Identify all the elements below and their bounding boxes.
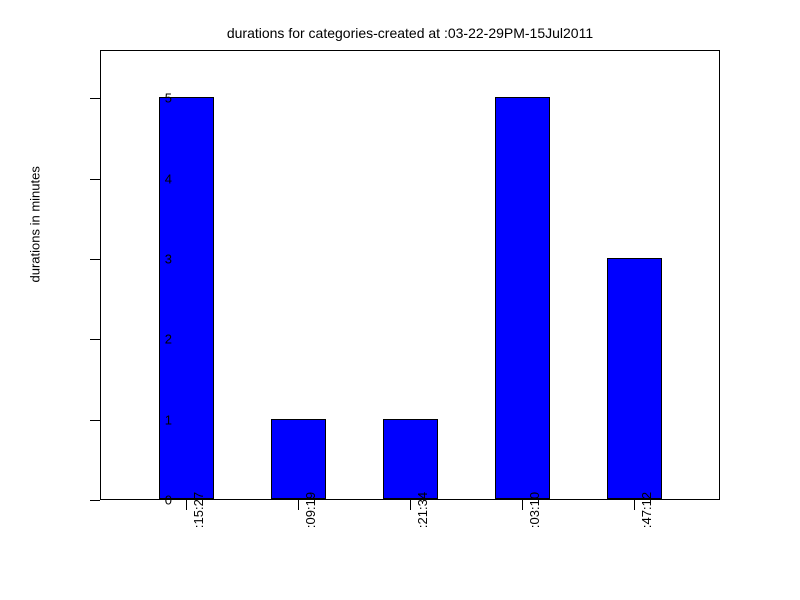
y-tick-label: 4 <box>165 171 172 186</box>
y-tick-label: 1 <box>165 412 172 427</box>
chart-title: durations for categories-created at :03-… <box>100 25 720 41</box>
y-tick <box>90 339 100 340</box>
x-tick-label: :15:27 <box>191 492 206 528</box>
bar <box>159 97 214 499</box>
y-axis-label: durations in minutes <box>28 166 43 282</box>
y-tick-label: 3 <box>165 251 172 266</box>
y-tick <box>90 179 100 180</box>
y-tick <box>90 420 100 421</box>
bar <box>271 419 326 499</box>
x-tick <box>410 500 411 510</box>
bar <box>495 97 550 499</box>
x-tick <box>634 500 635 510</box>
y-tick-label: 0 <box>165 493 172 508</box>
x-tick <box>298 500 299 510</box>
x-tick-label: :21:34 <box>415 492 430 528</box>
x-tick-label: :03:10 <box>527 492 542 528</box>
x-tick <box>186 500 187 510</box>
y-tick <box>90 259 100 260</box>
x-tick-label: :09:19 <box>303 492 318 528</box>
x-tick <box>522 500 523 510</box>
bar <box>383 419 438 499</box>
y-tick <box>90 500 100 501</box>
y-tick <box>90 98 100 99</box>
bar <box>607 258 662 499</box>
chart-container <box>100 50 720 500</box>
y-tick-label: 2 <box>165 332 172 347</box>
y-tick-label: 5 <box>165 91 172 106</box>
x-tick-label: :47:12 <box>639 492 654 528</box>
